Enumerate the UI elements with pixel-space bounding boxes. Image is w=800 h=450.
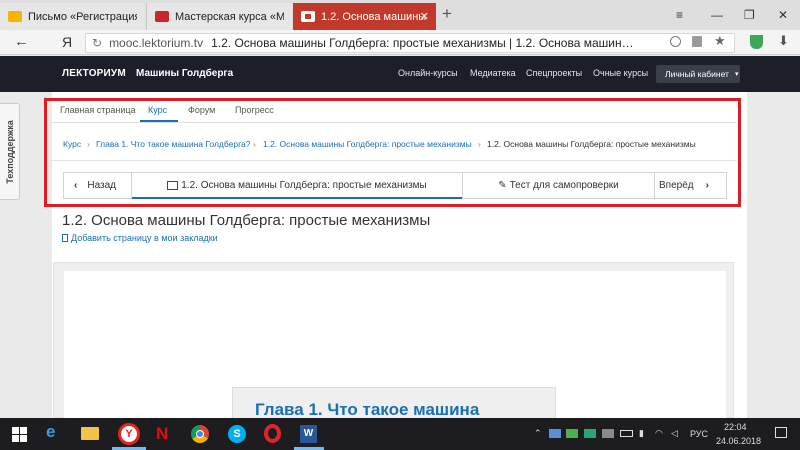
refresh-icon[interactable]: ↻ bbox=[92, 36, 102, 50]
bookmark-link[interactable]: Добавить страницу в мои закладки bbox=[62, 233, 218, 243]
browser-tab-studio[interactable]: Мастерская курса «Машин bbox=[146, 3, 292, 30]
clock-time[interactable]: 22:04 bbox=[724, 422, 747, 432]
account-button[interactable]: Личный кабинет ▾ bbox=[656, 65, 740, 83]
notifications-icon[interactable] bbox=[775, 427, 787, 438]
taskbar: e Y N S W ⌃ ▮ ◠ ◁ РУС 22:04 24.06.2018 bbox=[0, 418, 800, 450]
yandex-browser-icon[interactable]: Y bbox=[118, 423, 140, 445]
account-label: Личный кабинет bbox=[665, 69, 729, 79]
menu-icon[interactable]: ≡ bbox=[676, 8, 683, 22]
word-icon[interactable]: W bbox=[300, 425, 317, 443]
site-logo[interactable]: ЛЕКТОРИУМ bbox=[62, 68, 126, 79]
close-window-icon[interactable]: ✕ bbox=[778, 8, 788, 22]
wifi-icon[interactable]: ◠ bbox=[655, 428, 663, 439]
url-domain: mooc.lektorium.tv bbox=[109, 36, 204, 50]
volume-icon[interactable]: ◁ bbox=[671, 428, 678, 439]
tray-chevron-icon[interactable]: ⌃ bbox=[534, 428, 542, 439]
explorer-icon[interactable] bbox=[81, 427, 99, 440]
restore-icon[interactable]: ❐ bbox=[744, 8, 755, 22]
tray-app-icon[interactable] bbox=[602, 429, 614, 438]
new-tab-button[interactable]: + bbox=[442, 4, 452, 24]
minimize-icon[interactable]: — bbox=[711, 8, 723, 22]
tray-app-icon[interactable] bbox=[549, 429, 561, 438]
site-header: ЛЕКТОРИУМ Машины Голдберга Онлайн-курсы … bbox=[0, 56, 800, 92]
skype-icon[interactable]: S bbox=[228, 425, 246, 443]
language-indicator[interactable]: РУС bbox=[690, 429, 708, 439]
browser-tab-title: Письмо «Регистрация на 4! bbox=[28, 10, 137, 23]
browser-tab-strip: Письмо «Регистрация на 4! Мастерская кур… bbox=[0, 0, 800, 30]
address-bar: ← Я ↻ mooc.lektorium.tv 1.2. Основа маши… bbox=[0, 30, 800, 55]
caret-down-icon: ▾ bbox=[734, 71, 739, 78]
nav-offline-courses[interactable]: Очные курсы bbox=[593, 68, 648, 78]
netflix-icon[interactable]: N bbox=[156, 425, 168, 443]
browser-tab-title: 1.2. Основа машины Гол bbox=[321, 10, 428, 23]
bookmark-icon bbox=[62, 234, 68, 242]
yandex-logo[interactable]: Я bbox=[62, 34, 72, 50]
opera-icon[interactable] bbox=[264, 424, 281, 443]
nav-media[interactable]: Медиатека bbox=[470, 68, 516, 78]
nav-special-projects[interactable]: Спецпроекты bbox=[526, 68, 582, 78]
mail-icon bbox=[8, 11, 22, 22]
highlight-frame bbox=[44, 98, 741, 207]
course-title[interactable]: Машины Голдберга bbox=[136, 68, 233, 79]
support-tab[interactable]: Техподдержка bbox=[0, 103, 20, 200]
close-tab-icon[interactable]: ✕ bbox=[420, 10, 429, 23]
download-icon[interactable]: ⬇ bbox=[778, 33, 789, 49]
bookmark-star-icon[interactable]: ★ bbox=[714, 33, 726, 49]
unit-title: 1.2. Основа машины Голдберга: простые ме… bbox=[62, 212, 431, 229]
url-page-title: 1.2. Основа машины Голдберга: простые ме… bbox=[211, 36, 634, 50]
back-button[interactable]: ← bbox=[14, 33, 29, 50]
browser-tab-title: Мастерская курса «Машин bbox=[175, 10, 284, 23]
clock-date[interactable]: 24.06.2018 bbox=[716, 436, 761, 446]
tray-app-icon[interactable] bbox=[584, 429, 596, 438]
battery-icon[interactable] bbox=[620, 430, 633, 437]
edge-icon[interactable]: e bbox=[46, 422, 66, 442]
nav-online-courses[interactable]: Онлайн-курсы bbox=[398, 68, 458, 78]
bookmark-label: Добавить страницу в мои закладки bbox=[71, 233, 218, 243]
lock-icon[interactable] bbox=[692, 36, 702, 47]
shield-extension-icon[interactable] bbox=[750, 35, 763, 49]
browser-tab-mail[interactable]: Письмо «Регистрация на 4! bbox=[0, 3, 145, 30]
video-frame[interactable]: Глава 1. Что такое машина bbox=[53, 262, 734, 419]
support-label: Техподдержка bbox=[4, 119, 15, 184]
lektorium-icon bbox=[301, 11, 315, 22]
slide-heading: Глава 1. Что такое машина bbox=[255, 400, 480, 419]
url-field[interactable]: ↻ mooc.lektorium.tv 1.2. Основа машины Г… bbox=[85, 33, 735, 53]
chrome-icon[interactable] bbox=[191, 425, 209, 443]
network-icon[interactable]: ▮ bbox=[639, 428, 644, 439]
browser-tab-active[interactable]: 1.2. Основа машины Гол ✕ bbox=[293, 3, 436, 30]
lektorium-icon bbox=[155, 11, 169, 22]
tray-app-icon[interactable] bbox=[566, 429, 578, 438]
windows-start-icon[interactable] bbox=[10, 424, 30, 444]
search-icon[interactable] bbox=[670, 36, 681, 47]
slide-card: Глава 1. Что такое машина bbox=[232, 387, 556, 419]
